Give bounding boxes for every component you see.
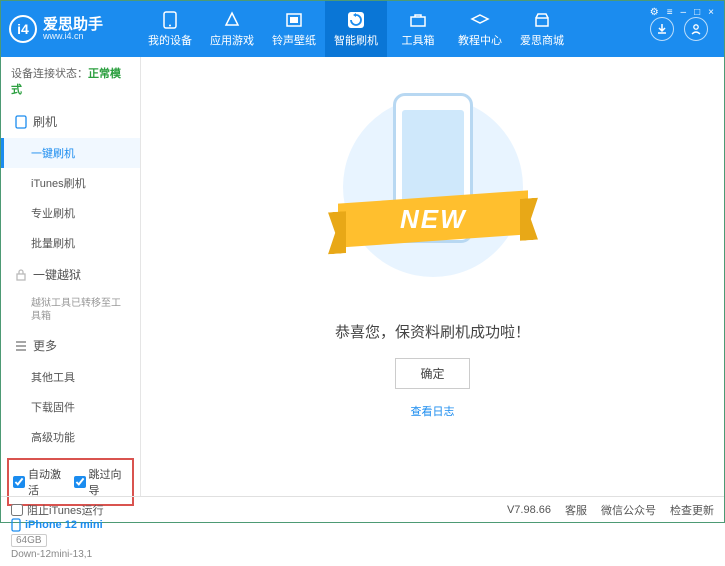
app-window: ⚙ ≡ – □ × i4 爱思助手 www.i4.cn 我的设备 应用游戏 铃声: [0, 0, 725, 523]
download-button[interactable]: [650, 17, 674, 41]
menu-icon[interactable]: ≡: [667, 7, 673, 18]
nav-label: 工具箱: [402, 32, 435, 48]
footer: 阻止iTunes运行 V7.98.66 客服 微信公众号 检查更新: [1, 496, 724, 522]
body: 设备连接状态：正常模式 刷机 一键刷机 iTunes刷机 专业刷机 批量刷机 一…: [1, 57, 724, 496]
titlebar-controls: ⚙ ≡ – □ ×: [650, 7, 714, 18]
wallpaper-icon: [284, 11, 304, 29]
auto-activate-checkbox[interactable]: [13, 476, 25, 488]
user-button[interactable]: [684, 17, 708, 41]
ribbon-text: NEW: [399, 204, 466, 235]
connection-status: 设备连接状态：正常模式: [1, 57, 140, 105]
phone-icon: [15, 115, 27, 129]
success-message: 恭喜您，保资料刷机成功啦！: [335, 321, 530, 342]
nav-toolbox[interactable]: 工具箱: [387, 1, 449, 57]
app-url: www.i4.cn: [43, 32, 103, 41]
sidebar-item-pro-flash[interactable]: 专业刷机: [1, 198, 140, 228]
app-name: 爱思助手: [43, 17, 103, 32]
nav-flash[interactable]: 智能刷机: [325, 1, 387, 57]
checkbox-auto-activate[interactable]: 自动激活: [13, 466, 68, 498]
ok-button[interactable]: 确定: [395, 358, 469, 389]
store-icon: [532, 11, 552, 29]
nav-ringtones[interactable]: 铃声壁纸: [263, 1, 325, 57]
lock-icon: [15, 269, 27, 281]
logo-icon: i4: [9, 15, 37, 43]
nav-store[interactable]: 爱思商城: [511, 1, 573, 57]
wechat-link[interactable]: 微信公众号: [601, 502, 656, 518]
conn-label: 设备连接状态：: [11, 68, 88, 80]
logo-area: i4 爱思助手 www.i4.cn: [9, 15, 139, 43]
sidebar-flash-heading[interactable]: 刷机: [1, 105, 140, 138]
checkbox-skip-setup[interactable]: 跳过向导: [74, 466, 129, 498]
success-illustration: NEW: [338, 87, 528, 297]
logo-text: 爱思助手 www.i4.cn: [43, 17, 103, 41]
sidebar: 设备连接状态：正常模式 刷机 一键刷机 iTunes刷机 专业刷机 批量刷机 一…: [1, 57, 141, 496]
toolbox-icon: [408, 11, 428, 29]
sidebar-item-batch-flash[interactable]: 批量刷机: [1, 228, 140, 258]
nav-tutorials[interactable]: 教程中心: [449, 1, 511, 57]
device-firmware: Down-12mini-13,1: [11, 549, 130, 560]
main-nav: 我的设备 应用游戏 铃声壁纸 智能刷机 工具箱 教程中心: [139, 1, 650, 57]
nav-label: 我的设备: [148, 32, 192, 48]
sidebar-more-heading[interactable]: 更多: [1, 329, 140, 362]
footer-right: V7.98.66 客服 微信公众号 检查更新: [507, 502, 714, 518]
block-itunes-checkbox[interactable]: [11, 504, 23, 516]
settings-icon[interactable]: ⚙: [650, 7, 659, 18]
block-itunes-option[interactable]: 阻止iTunes运行: [11, 502, 104, 518]
sidebar-item-download-firmware[interactable]: 下载固件: [1, 392, 140, 422]
sidebar-item-advanced[interactable]: 高级功能: [1, 422, 140, 452]
device-storage: 64GB: [11, 534, 47, 547]
nav-label: 应用游戏: [210, 32, 254, 48]
heading-label: 一键越狱: [33, 266, 81, 283]
heading-label: 更多: [33, 337, 57, 354]
sidebar-item-other-tools[interactable]: 其他工具: [1, 362, 140, 392]
maximize-button[interactable]: □: [694, 7, 700, 18]
apps-icon: [222, 11, 242, 29]
support-link[interactable]: 客服: [565, 502, 587, 518]
minimize-button[interactable]: –: [681, 7, 687, 18]
nav-label: 爱思商城: [520, 32, 564, 48]
footer-left: 阻止iTunes运行: [11, 502, 104, 518]
list-icon: [15, 341, 27, 351]
view-log-link[interactable]: 查看日志: [411, 403, 455, 419]
phone-icon: [160, 11, 180, 29]
skip-setup-checkbox[interactable]: [74, 476, 86, 488]
header-right: [650, 17, 716, 41]
sidebar-item-itunes-flash[interactable]: iTunes刷机: [1, 168, 140, 198]
header: i4 爱思助手 www.i4.cn 我的设备 应用游戏 铃声壁纸 智能刷机: [1, 1, 724, 57]
graduation-icon: [470, 11, 490, 29]
nav-apps[interactable]: 应用游戏: [201, 1, 263, 57]
sidebar-jailbreak-heading[interactable]: 一键越狱: [1, 258, 140, 291]
refresh-icon: [346, 11, 366, 29]
nav-my-device[interactable]: 我的设备: [139, 1, 201, 57]
close-button[interactable]: ×: [708, 7, 714, 18]
sidebar-item-oneclick-flash[interactable]: 一键刷机: [1, 138, 140, 168]
check-update-link[interactable]: 检查更新: [670, 502, 714, 518]
heading-label: 刷机: [33, 113, 57, 130]
main-content: NEW 恭喜您，保资料刷机成功啦！ 确定 查看日志: [141, 57, 724, 496]
version-label: V7.98.66: [507, 504, 551, 516]
nav-label: 铃声壁纸: [272, 32, 316, 48]
nav-label: 智能刷机: [334, 32, 378, 48]
nav-label: 教程中心: [458, 32, 502, 48]
jailbreak-note: 越狱工具已转移至工具箱: [1, 291, 140, 329]
